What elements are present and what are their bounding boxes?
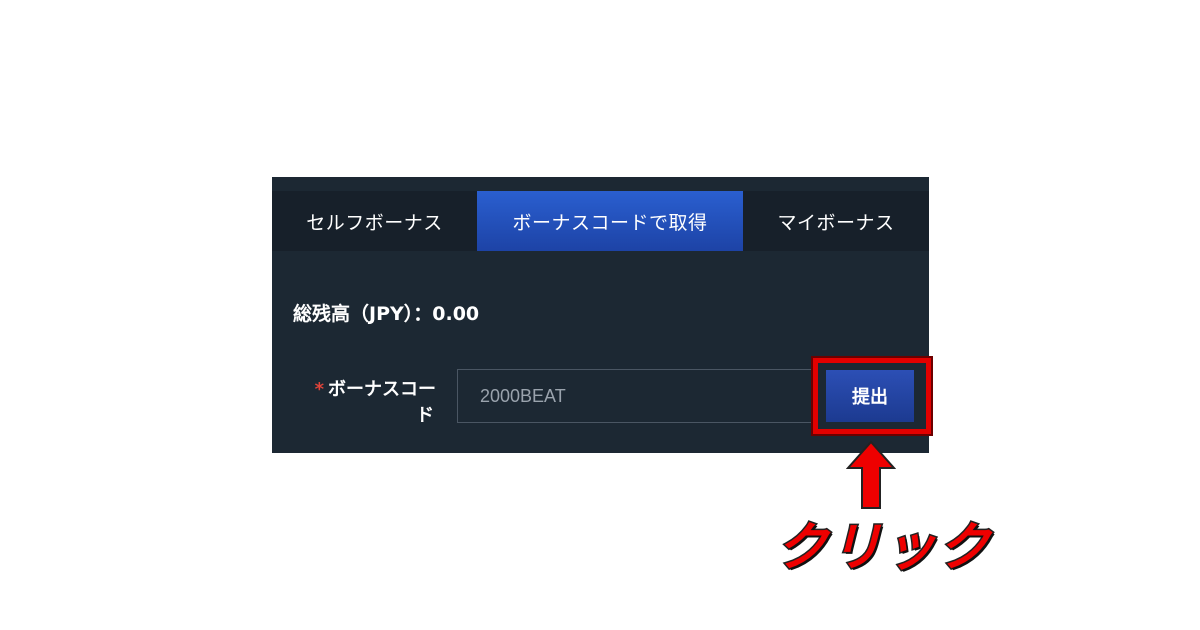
bonus-code-input[interactable]: 2000BEAT [457, 369, 813, 423]
total-balance: 総残高（JPY）：0.00 [293, 303, 480, 325]
required-mark: * [314, 379, 324, 400]
tab-my-bonus[interactable]: マイボーナス [743, 191, 929, 251]
highlight-box [813, 358, 931, 434]
bonus-code-label-line1: ボーナスコー [328, 379, 436, 400]
up-arrow-icon [846, 440, 896, 509]
click-annotation: クリック [775, 517, 993, 580]
screenshot-stage: セルフボーナス ボーナスコードで取得 マイボーナス 総残高（JPY）：0.00 … [0, 0, 1200, 630]
tab-self-bonus[interactable]: セルフボーナス [272, 191, 477, 251]
bonus-tabs: セルフボーナス ボーナスコードで取得 マイボーナス [272, 191, 929, 251]
tab-bonus-code[interactable]: ボーナスコードで取得 [477, 191, 743, 251]
bonus-code-label-line2: ド [416, 405, 434, 426]
bonus-code-label: * ボーナスコー ド [290, 377, 436, 429]
